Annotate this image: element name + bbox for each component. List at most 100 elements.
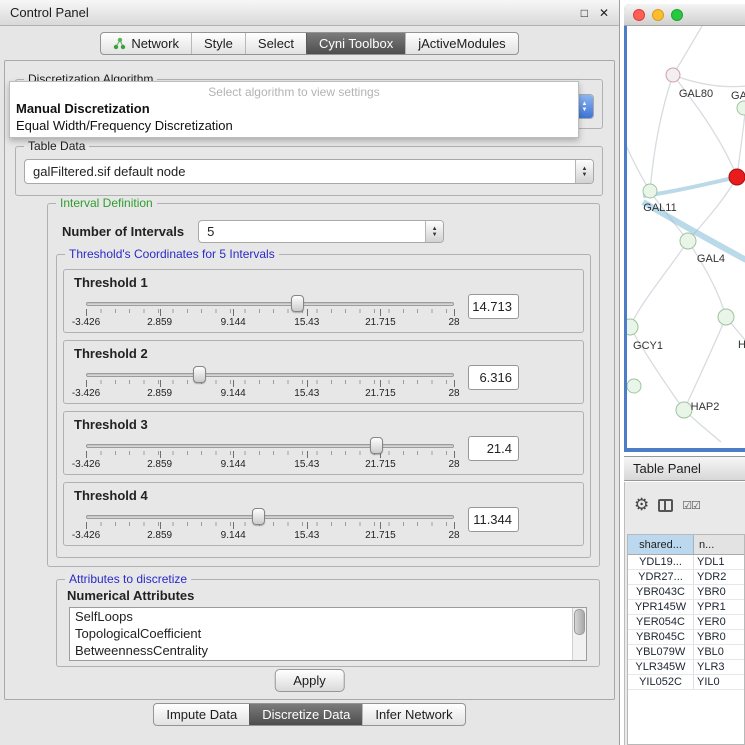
control-panel-titlebar: Control Panel □ ✕ [0, 0, 619, 26]
threshold-3-slider[interactable]: -3.426 2.859 9.144 15.43 21.715 28 [86, 435, 454, 471]
table-row[interactable]: YDR27...YDR2 [628, 570, 744, 585]
control-panel-window: Control Panel □ ✕ Network [0, 0, 620, 745]
list-item[interactable]: TopologicalCoefficient [70, 625, 586, 642]
table-row[interactable]: YBL079WYBL0 [628, 645, 744, 660]
table-header-row: shared... n... [628, 535, 744, 555]
zoom-traffic-light-icon[interactable] [671, 9, 683, 21]
node-label: GAL4 [697, 253, 725, 265]
node-label: HAP2 [691, 401, 720, 413]
tab-impute-data[interactable]: Impute Data [154, 704, 249, 725]
node-label: GAL11 [643, 202, 676, 214]
node-hap2[interactable] [676, 402, 692, 418]
algorithm-dropdown-list: Select algorithm to view settings Manual… [9, 81, 579, 138]
tab-network[interactable]: Network [101, 33, 191, 54]
table-row[interactable]: YBR043CYBR0 [628, 585, 744, 600]
close-icon[interactable]: ✕ [599, 6, 609, 20]
slider-thumb[interactable] [193, 366, 206, 383]
node-gal11[interactable] [643, 184, 657, 198]
node-label: GCY1 [633, 340, 663, 352]
table-row[interactable]: YIL052CYIL0 [628, 675, 744, 690]
threshold-3-panel: Threshold 3 -3.426 2.859 9.144 15.43 [63, 411, 584, 475]
column-header-name[interactable]: n... [694, 535, 744, 554]
dropdown-option-manual[interactable]: Manual Discretization [10, 100, 578, 117]
screenshot-root: Control Panel □ ✕ Network [0, 0, 745, 745]
threshold-1-slider[interactable]: -3.426 2.859 9.144 15.43 21.715 28 [86, 293, 454, 329]
minimize-traffic-light-icon[interactable] [652, 9, 664, 21]
slider-track[interactable] [86, 515, 454, 519]
numerical-attributes-label: Numerical Attributes [67, 588, 194, 603]
tab-label: Cyni Toolbox [319, 36, 393, 51]
tab-infer-network[interactable]: Infer Network [362, 704, 464, 725]
number-of-intervals-select[interactable]: 5 ▲▼ [198, 220, 444, 243]
scrollbar-thumb[interactable] [574, 609, 585, 635]
node-partial[interactable] [737, 101, 745, 115]
slider-track[interactable] [86, 373, 454, 377]
threshold-4-slider[interactable]: -3.426 2.859 9.144 15.43 21.715 28 [86, 506, 454, 542]
tab-label: Network [131, 36, 179, 51]
slider-thumb[interactable] [370, 437, 383, 454]
interval-definition-group: Interval Definition Number of Intervals … [47, 203, 600, 567]
column-header-shared[interactable]: shared... [628, 535, 694, 554]
gear-icon[interactable]: ⚙ [634, 495, 649, 515]
attributes-group: Attributes to discretize Numerical Attri… [56, 579, 600, 667]
thresholds-group: Threshold's Coordinates for 5 Intervals … [56, 254, 591, 558]
tab-cyni-toolbox[interactable]: Cyni Toolbox [306, 33, 405, 54]
bottom-tabbar: Impute Data Discretize Data Infer Networ… [0, 703, 619, 726]
node-gcy1[interactable] [627, 319, 638, 335]
slider-track[interactable] [86, 444, 454, 448]
list-item[interactable]: SelfLoops [70, 608, 586, 625]
close-traffic-light-icon[interactable] [633, 9, 645, 21]
list-scrollbar[interactable] [572, 608, 586, 660]
group-title: Interval Definition [56, 196, 157, 210]
dropdown-option-equal-width[interactable]: Equal Width/Frequency Discretization [10, 117, 578, 134]
slider-thumb[interactable] [291, 295, 304, 312]
threshold-value-input[interactable]: 21.4 [468, 436, 519, 461]
threshold-label: Threshold 4 [64, 483, 583, 503]
number-of-intervals-label: Number of Intervals [62, 224, 184, 239]
tab-select[interactable]: Select [245, 33, 306, 54]
apply-button[interactable]: Apply [274, 669, 345, 692]
table-data-select[interactable]: galFiltered.sif default node ▲▼ [24, 159, 594, 184]
stepper-icon: ▲▼ [425, 221, 443, 242]
network-window-titlebar [624, 4, 745, 26]
select-columns-icon[interactable]: ☑☑ [682, 499, 700, 512]
table-row[interactable]: YDL19...YDL1 [628, 555, 744, 570]
node-gal80[interactable] [666, 68, 680, 82]
float-icon[interactable]: □ [581, 6, 588, 20]
top-tabbar: Network Style Select Cyni Toolbox jActiv… [0, 26, 619, 60]
tab-style[interactable]: Style [191, 33, 245, 54]
tab-label: jActiveModules [418, 36, 505, 51]
node-label-partial: GA [731, 90, 745, 102]
threshold-2-slider[interactable]: -3.426 2.859 9.144 15.43 21.715 28 [86, 364, 454, 400]
node-selected-red[interactable] [729, 169, 745, 185]
tab-discretize-data[interactable]: Discretize Data [249, 704, 362, 725]
threshold-1-panel: Threshold 1 -3.426 2.859 9.144 15.43 [63, 269, 584, 333]
table-panel: ⚙ ☑☑ shared... n... YDL19...YDL1 YDR27..… [624, 482, 745, 745]
node[interactable] [627, 379, 641, 393]
node-label-partial: H [738, 339, 745, 351]
node-label: GAL80 [679, 88, 713, 100]
columns-icon[interactable] [658, 499, 673, 512]
table-panel-titlebar: Table Panel [624, 456, 745, 481]
threshold-value-input[interactable]: 6.316 [468, 365, 519, 390]
slider-track[interactable] [86, 302, 454, 306]
node[interactable] [718, 309, 734, 325]
slider-thumb[interactable] [252, 508, 265, 525]
group-title: Attributes to discretize [65, 572, 191, 586]
group-title: Table Data [24, 139, 89, 153]
list-item[interactable]: BetweennessCentrality [70, 642, 586, 659]
table-row[interactable]: YER054CYER0 [628, 615, 744, 630]
table-row[interactable]: YLR345WYLR3 [628, 660, 744, 675]
threshold-value-input[interactable]: 14.713 [468, 294, 519, 319]
node-table: shared... n... YDL19...YDL1 YDR27...YDR2… [627, 534, 745, 745]
threshold-value-input[interactable]: 11.344 [468, 507, 519, 532]
stepper-icon: ▲▼ [575, 160, 593, 183]
network-canvas[interactable]: GAL80 GA GAL11 GAL4 GCY1 H HAP2 [627, 26, 745, 448]
table-row[interactable]: YBR045CYBR0 [628, 630, 744, 645]
table-row[interactable]: YPR145WYPR1 [628, 600, 744, 615]
threshold-label: Threshold 1 [64, 270, 583, 290]
threshold-4-panel: Threshold 4 -3.426 2.859 9.144 15.43 [63, 482, 584, 546]
tab-jactivemodules[interactable]: jActiveModules [405, 33, 517, 54]
threshold-label: Threshold 3 [64, 412, 583, 432]
node-gal4[interactable] [680, 233, 696, 249]
